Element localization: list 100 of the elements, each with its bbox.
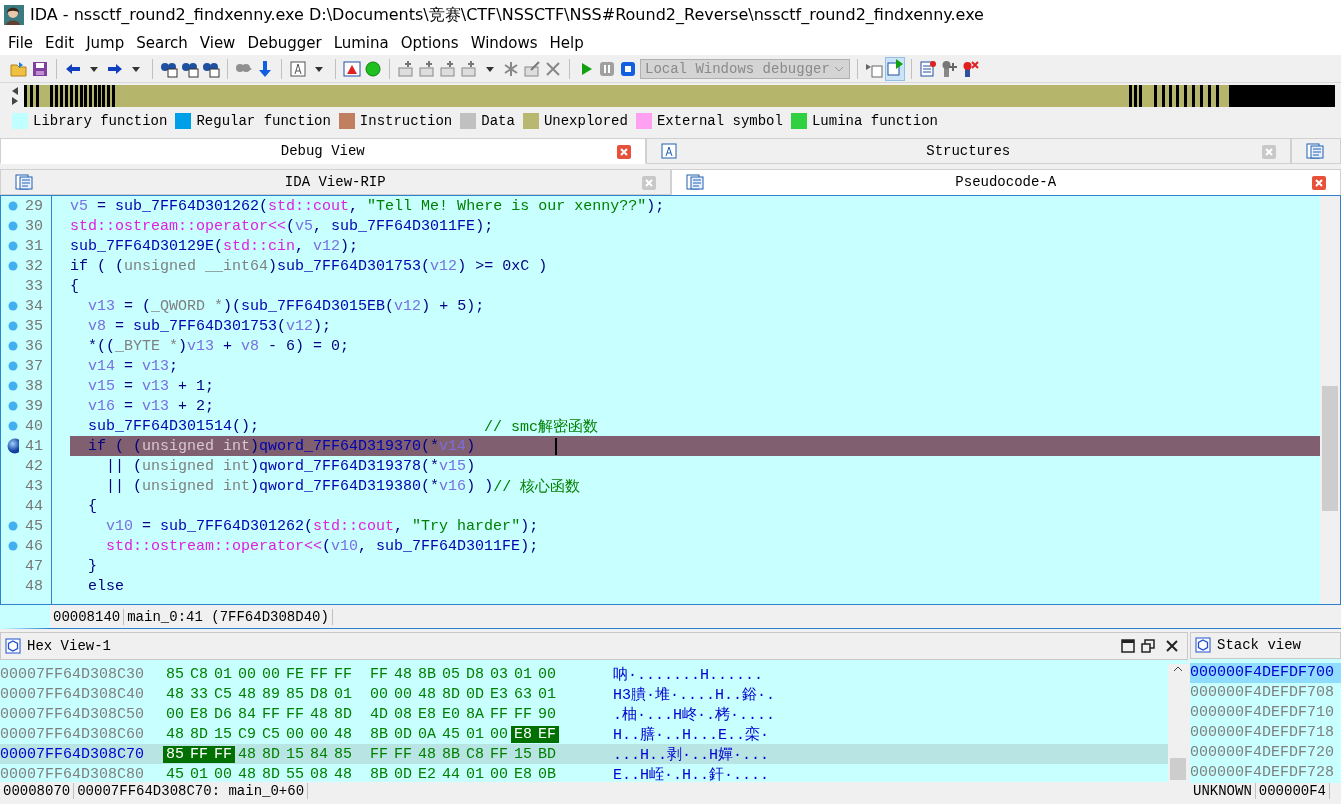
code-token: ) — [268, 257, 278, 275]
hex-byte: 05 — [441, 665, 461, 683]
window-list-icon[interactable] — [919, 59, 937, 78]
stop-icon[interactable] — [619, 59, 637, 78]
pause-icon[interactable] — [598, 59, 616, 78]
add-breakpoint-icon[interactable] — [940, 59, 958, 78]
hex-byte: 00 — [213, 765, 233, 782]
menu-item[interactable]: Windows — [466, 33, 546, 52]
line-marker-icon[interactable] — [8, 421, 18, 431]
line-number: 32 — [25, 257, 43, 275]
line-number: 34 — [25, 297, 43, 315]
code-token: sub_7FF64D3011FE — [376, 537, 521, 555]
line-marker-icon[interactable] — [8, 321, 18, 331]
line-marker-icon[interactable] — [8, 221, 18, 231]
hex-byte: 55 — [285, 765, 305, 782]
data-icon[interactable] — [418, 59, 436, 78]
legend-label: Unexplored — [543, 113, 628, 129]
stack-address[interactable]: 000000F4DEFDF720 — [1190, 742, 1341, 763]
code-token: ); — [475, 217, 494, 235]
line-number: 33 — [25, 277, 43, 295]
line-marker-icon[interactable] — [8, 401, 18, 411]
hex-byte: 48 — [417, 685, 437, 703]
hex-byte: C5 — [261, 725, 281, 743]
tab[interactable]: IDA View-RIP — [0, 169, 671, 195]
code-token: sub_7FF64D3011FE — [331, 217, 476, 235]
code-token: ( — [277, 317, 287, 335]
text-box-icon[interactable] — [289, 59, 307, 78]
edit-icon[interactable] — [523, 59, 541, 78]
line-marker-icon[interactable] — [8, 341, 18, 351]
tab[interactable]: Debug View — [0, 138, 646, 164]
code-token: , — [349, 197, 360, 215]
hex-address: 00007FF64D308C40 — [0, 685, 146, 703]
warning-window-icon[interactable] — [343, 59, 361, 78]
line-marker-icon[interactable] — [8, 261, 18, 271]
menu-item[interactable]: View — [195, 33, 244, 52]
stack-address[interactable]: 000000F4DEFDF700 — [1190, 662, 1341, 683]
menu-item[interactable]: Options — [396, 33, 467, 52]
hex-byte: 8D — [333, 705, 353, 723]
line-marker-icon[interactable] — [8, 201, 18, 211]
scrollbar-thumb[interactable] — [1322, 386, 1338, 511]
menu-item[interactable]: Edit — [41, 33, 83, 52]
maximize-icon[interactable] — [1121, 639, 1135, 653]
tab[interactable]: Structures — [645, 138, 1291, 164]
stack-address[interactable]: 000000F4DEFDF728 — [1190, 762, 1341, 783]
hex-byte: FF — [489, 705, 509, 723]
scrollbar-thumb[interactable] — [1170, 758, 1186, 780]
scrollbar[interactable] — [1168, 664, 1188, 782]
save-icon[interactable] — [31, 59, 49, 78]
line-number: 46 — [25, 537, 43, 555]
code-icon[interactable] — [397, 59, 415, 78]
hex-byte: FF — [489, 745, 509, 763]
hex-byte: 8B — [417, 665, 437, 683]
code-token: = — [114, 317, 126, 335]
hex-byte: 84 — [309, 745, 329, 763]
scroll-arrows-icon[interactable] — [10, 85, 20, 107]
add-icon[interactable] — [439, 59, 457, 78]
close-icon[interactable] — [1165, 639, 1179, 653]
scrollbar[interactable] — [1320, 196, 1340, 604]
hex-byte: 00 — [309, 725, 329, 743]
hex-address: 00007FF64D308C50 — [0, 705, 146, 723]
restore-icon[interactable] — [1141, 639, 1155, 653]
menu-item[interactable]: Help — [545, 33, 592, 52]
hex-byte: FF — [261, 705, 281, 723]
hex-byte: 08 — [393, 705, 413, 723]
code-token: = — [141, 517, 153, 535]
line-marker-icon[interactable] — [8, 381, 18, 391]
circle-icon[interactable] — [364, 59, 382, 78]
hex-byte: 00 — [369, 685, 389, 703]
menu-item[interactable]: Search — [132, 33, 196, 52]
add-icon[interactable] — [460, 59, 478, 78]
scroll-up-icon[interactable] — [1172, 664, 1184, 674]
breakpoint-icon[interactable] — [7, 438, 19, 454]
line-marker-icon[interactable] — [8, 541, 18, 551]
code-token: ( — [286, 217, 296, 235]
hex-byte: 85 — [285, 685, 305, 703]
hex-byte: 00 — [165, 705, 185, 723]
line-marker-icon[interactable] — [8, 241, 18, 251]
remove-breakpoint-icon[interactable] — [961, 59, 979, 78]
navigation-band-drawing[interactable] — [24, 85, 1335, 107]
stack-address[interactable]: 000000F4DEFDF710 — [1190, 702, 1341, 723]
hex-byte: 8D — [261, 765, 281, 782]
code-token: , — [313, 217, 324, 235]
stack-address[interactable]: 000000F4DEFDF718 — [1190, 722, 1341, 743]
stack-address[interactable]: 000000F4DEFDF708 — [1190, 682, 1341, 703]
menu-item[interactable]: Debugger — [243, 33, 330, 52]
code-token: ) — [466, 457, 476, 475]
code-token: unsigned int — [142, 437, 251, 455]
tab[interactable]: Pseudocode-A — [670, 169, 1341, 195]
down-arrow-icon[interactable] — [256, 59, 274, 78]
code-token: v10 — [105, 517, 133, 535]
menu-item[interactable]: Lumina — [329, 33, 397, 52]
line-marker-icon[interactable] — [8, 361, 18, 371]
open-folder-icon[interactable] — [10, 59, 28, 78]
code-token: v12 — [430, 257, 458, 275]
menu-item[interactable]: Jump — [82, 33, 133, 52]
menu-item[interactable]: File — [4, 33, 42, 52]
line-marker-icon[interactable] — [8, 521, 18, 531]
code-token: if ( ( — [70, 257, 124, 275]
line-marker-icon[interactable] — [8, 301, 18, 311]
line-number: 40 — [25, 417, 43, 435]
